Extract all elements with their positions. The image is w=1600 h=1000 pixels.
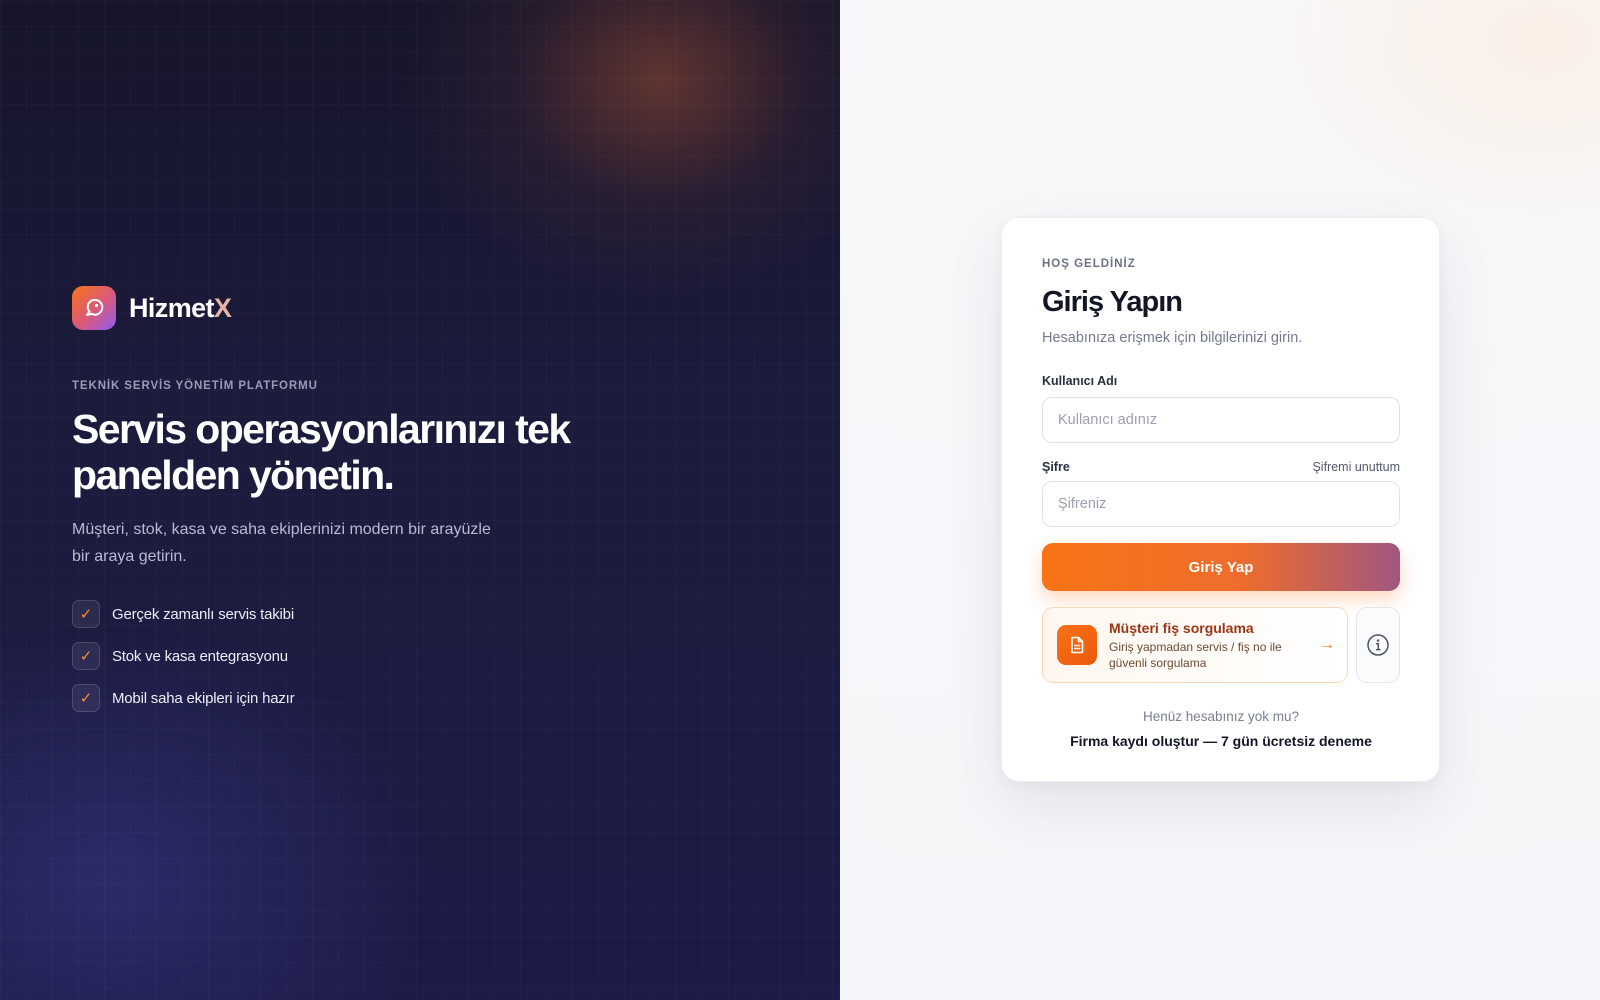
brand: HizmetX	[72, 286, 712, 330]
hero-subtitle: Müşteri, stok, kasa ve saha ekiplerinizi…	[72, 521, 491, 565]
username-input[interactable]	[1042, 397, 1400, 443]
forgot-password-link[interactable]: Şifremi unuttum	[1312, 460, 1400, 474]
username-label: Kullanıcı Adı	[1042, 374, 1118, 388]
arrow-right-icon: →	[1319, 636, 1335, 653]
hero-content: HizmetX TEKNİK SERVİS YÖNETİM PLATFORMU …	[72, 286, 712, 726]
no-account-text: Henüz hesabınız yok mu?	[1142, 709, 1300, 724]
info-icon	[1367, 634, 1389, 656]
login-button[interactable]: Giriş Yap	[1042, 543, 1400, 591]
password-group: Şifre Şifremi unuttum	[1042, 460, 1400, 527]
info-button[interactable]	[1356, 607, 1400, 683]
brand-name: HizmetX	[129, 292, 232, 324]
login-eyebrow: HOŞ GELDİNİZ	[1042, 258, 1136, 270]
hero-title: Servis operasyonlarınızı tek panelden yö…	[72, 406, 571, 498]
receipt-query-title: Müşteri fiş sorgulama	[1109, 619, 1254, 636]
check-icon: ✓	[72, 642, 100, 670]
password-input[interactable]	[1042, 481, 1400, 527]
hero-panel: HizmetX TEKNİK SERVİS YÖNETİM PLATFORMU …	[0, 0, 840, 1000]
receipt-query-description: Giriş yapmadan servis / fiş no ile güven…	[1109, 639, 1282, 670]
feature-item: ✓ Gerçek zamanlı servis takibi	[72, 600, 712, 628]
receipt-query-card[interactable]: Müşteri fiş sorgulama Giriş yapmadan ser…	[1042, 607, 1348, 683]
hero-eyebrow: TEKNİK SERVİS YÖNETİM PLATFORMU	[72, 380, 318, 392]
brand-logo-icon	[72, 286, 116, 330]
login-card: HOŞ GELDİNİZ Giriş Yapın Hesabınıza eriş…	[1001, 217, 1440, 782]
password-label: Şifre	[1042, 460, 1070, 474]
feature-item: ✓ Stok ve kasa entegrasyonu	[72, 642, 712, 670]
feature-label: Gerçek zamanlı servis takibi	[112, 605, 294, 623]
feature-label: Mobil saha ekipleri için hazır	[112, 689, 295, 707]
login-subtitle: Hesabınıza erişmek için bilgilerinizi gi…	[1042, 330, 1303, 346]
signup-link[interactable]: Firma kaydı oluştur — 7 gün ücretsiz den…	[1042, 733, 1400, 749]
document-icon	[1057, 625, 1097, 665]
login-form: HOŞ GELDİNİZ Giriş Yapın Hesabınıza eriş…	[1042, 258, 1400, 749]
check-icon: ✓	[72, 600, 100, 628]
feature-label: Stok ve kasa entegrasyonu	[112, 647, 288, 665]
username-group: Kullanıcı Adı	[1042, 372, 1400, 443]
check-icon: ✓	[72, 684, 100, 712]
password-label-row: Şifre Şifremi unuttum	[1042, 460, 1400, 474]
receipt-query-text: Müşteri fiş sorgulama Giriş yapmadan ser…	[1109, 620, 1309, 671]
feature-item: ✓ Mobil saha ekipleri için hazır	[72, 684, 712, 712]
brand-name-main: Hizmet	[129, 292, 215, 323]
login-title: Giriş Yapın	[1042, 286, 1183, 318]
feature-list: ✓ Gerçek zamanlı servis takibi ✓ Stok ve…	[72, 600, 712, 712]
brand-name-accent: X	[213, 292, 232, 323]
receipt-query-row: Müşteri fiş sorgulama Giriş yapmadan ser…	[1042, 607, 1400, 683]
